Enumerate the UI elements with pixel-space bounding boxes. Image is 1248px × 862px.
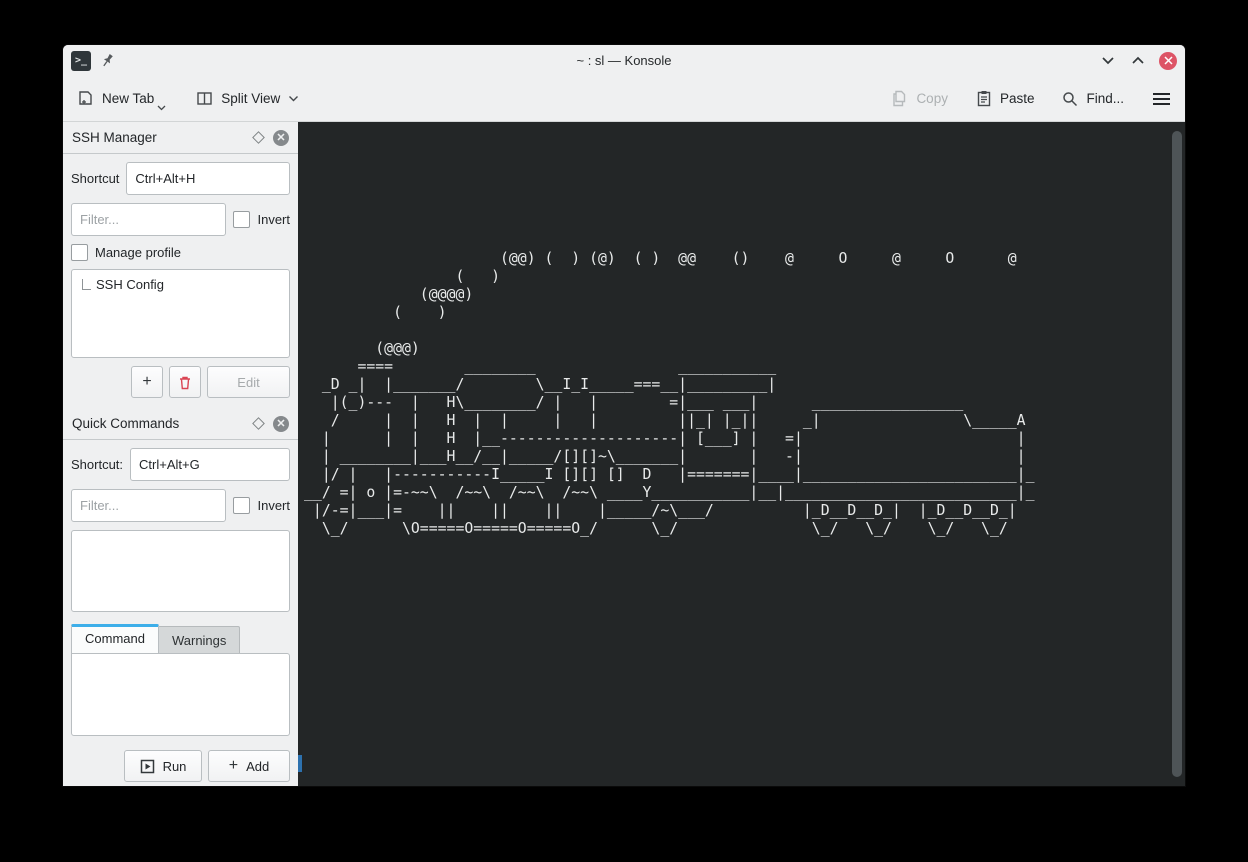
paste-icon (976, 90, 992, 107)
copy-icon (891, 90, 908, 107)
quick-commands-list[interactable] (71, 530, 290, 612)
qc-add-button[interactable]: + Add (208, 750, 290, 782)
quick-commands-title: Quick Commands (72, 416, 179, 431)
tab-command[interactable]: Command (71, 624, 159, 653)
qc-filter-input[interactable] (71, 489, 226, 522)
ssh-invert-label: Invert (257, 212, 290, 227)
run-label: Run (163, 759, 187, 774)
main-toolbar: New Tab Split View (63, 76, 1185, 122)
tree-branch-icon (82, 279, 91, 290)
float-panel-icon[interactable] (252, 131, 265, 144)
manage-profile-checkbox[interactable] (71, 244, 88, 261)
paste-label: Paste (1000, 91, 1035, 106)
new-tab-icon (77, 90, 94, 107)
plus-icon: + (229, 758, 238, 774)
chevron-down-icon (288, 95, 299, 102)
terminal-ascii-art: (@@) ( ) (@) ( ) @@ () @ O @ O @ ( ) (@@… (298, 122, 1049, 538)
ssh-filter-input[interactable] (71, 203, 226, 236)
chevron-down-icon (157, 105, 166, 111)
chevron-down-icon (1101, 56, 1115, 65)
split-view-icon (196, 90, 213, 107)
copy-label: Copy (916, 91, 948, 106)
new-tab-label: New Tab (102, 91, 154, 106)
quick-commands-panel-header[interactable]: Quick Commands ✕ (63, 408, 298, 440)
sidebar: SSH Manager ✕ Shortcut Invert (63, 122, 298, 786)
float-panel-icon[interactable] (252, 417, 265, 430)
chevron-up-icon (1131, 56, 1145, 65)
titlebar[interactable]: >_ ~ : sl — Konsole (63, 45, 1185, 76)
minimize-button[interactable] (1099, 52, 1117, 70)
ssh-add-button[interactable]: + (131, 366, 163, 398)
screen: >_ ~ : sl — Konsole (0, 0, 1248, 862)
hamburger-menu-button[interactable] (1152, 92, 1171, 106)
run-button[interactable]: Run (124, 750, 202, 782)
copy-button[interactable]: Copy (891, 90, 948, 107)
ssh-delete-button[interactable] (169, 366, 201, 398)
run-icon (140, 759, 155, 774)
find-button[interactable]: Find... (1062, 91, 1124, 107)
terminal-scrollbar[interactable] (1172, 131, 1182, 777)
qc-shortcut-input[interactable] (130, 448, 290, 481)
ssh-invert-checkbox[interactable] (233, 211, 250, 228)
paste-button[interactable]: Paste (976, 90, 1035, 107)
qc-tab-bar: Command Warnings (71, 624, 290, 653)
qc-invert-checkbox[interactable] (233, 497, 250, 514)
ssh-manager-title: SSH Manager (72, 130, 157, 145)
close-panel-icon[interactable]: ✕ (273, 130, 289, 146)
manage-profile-label: Manage profile (95, 245, 181, 260)
add-label: Add (246, 759, 269, 774)
split-view-label: Split View (221, 91, 280, 106)
terminal-area[interactable]: (@@) ( ) (@) ( ) @@ () @ O @ O @ ( ) (@@… (298, 122, 1185, 786)
ssh-config-list[interactable]: SSH Config (71, 269, 290, 358)
search-icon (1062, 91, 1078, 107)
find-label: Find... (1086, 91, 1124, 106)
close-icon (1164, 56, 1173, 65)
qc-invert-label: Invert (257, 498, 290, 513)
tree-item-label: SSH Config (96, 277, 164, 292)
hamburger-icon (1152, 92, 1171, 106)
scroll-highlight-marker (298, 755, 302, 772)
new-tab-button[interactable]: New Tab (77, 90, 154, 107)
ssh-edit-button[interactable]: Edit (207, 366, 290, 398)
window-title: ~ : sl — Konsole (63, 53, 1185, 68)
trash-icon (178, 375, 192, 390)
tab-warnings[interactable]: Warnings (159, 626, 240, 653)
close-button[interactable] (1159, 52, 1177, 70)
close-panel-icon[interactable]: ✕ (273, 416, 289, 432)
ssh-config-tree-item[interactable]: SSH Config (72, 270, 289, 292)
maximize-button[interactable] (1129, 52, 1147, 70)
ssh-shortcut-input[interactable] (126, 162, 290, 195)
konsole-window: >_ ~ : sl — Konsole (63, 45, 1185, 786)
ssh-manager-panel-header[interactable]: SSH Manager ✕ (63, 122, 298, 154)
split-view-button[interactable]: Split View (196, 90, 299, 107)
qc-shortcut-label: Shortcut: (71, 457, 123, 472)
ssh-shortcut-label: Shortcut (71, 171, 119, 186)
command-textarea[interactable] (71, 653, 290, 736)
